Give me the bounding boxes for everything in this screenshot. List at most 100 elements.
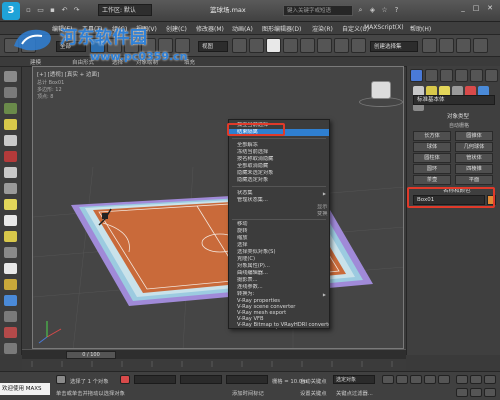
menu-unfreeze-all[interactable]: 全部解冻	[229, 142, 329, 149]
display-tab-icon[interactable]	[470, 69, 483, 82]
menu-unhide-all[interactable]: 全部取消隐藏	[229, 163, 329, 170]
keyboard-shortcut-icon[interactable]	[266, 38, 281, 53]
prev-frame-icon[interactable]	[396, 375, 408, 384]
percent-snap-icon[interactable]	[317, 38, 332, 53]
utilities-tab-icon[interactable]	[485, 69, 498, 82]
create-tab-icon[interactable]	[410, 69, 423, 82]
menu-freeze-selection[interactable]: 冻结当前选择	[229, 149, 329, 156]
open-file-icon[interactable]: ▭	[36, 5, 45, 15]
geosphere-button[interactable]: 几何球体	[455, 142, 493, 152]
time-slider-bar[interactable]: 0 / 100	[22, 349, 406, 359]
cylinder-icon[interactable]	[4, 183, 17, 194]
menu-convert-to[interactable]: 转换为:	[229, 291, 329, 298]
sphere-button[interactable]: 球体	[413, 142, 451, 152]
modify-tab-icon[interactable]	[425, 69, 438, 82]
selected-object-dropdown[interactable]: 选定对象	[333, 375, 375, 384]
cylinder-button[interactable]: 圆柱体	[413, 153, 451, 163]
helper-icon[interactable]	[4, 311, 17, 322]
systems-icon[interactable]	[4, 343, 17, 354]
reference-coord-dropdown[interactable]: 视图	[198, 41, 228, 52]
menu-manage-state-sets[interactable]: 管理状态集...	[229, 197, 329, 204]
x-coordinate-field[interactable]	[134, 375, 176, 384]
object-red-icon[interactable]	[4, 151, 17, 162]
cone-button[interactable]: 圆锥体	[455, 131, 493, 141]
menu-curve-editor[interactable]: 曲线编辑器...	[229, 270, 329, 277]
menu-modifiers[interactable]: 修改器(M)	[196, 24, 224, 33]
menu-select[interactable]: 选择	[229, 242, 329, 249]
minimize-icon[interactable]: _	[458, 3, 468, 13]
hierarchy-tab-icon[interactable]	[440, 69, 453, 82]
pyramid-button[interactable]: 四棱锥	[455, 164, 493, 174]
layer-icon[interactable]	[4, 87, 17, 98]
torus-button[interactable]: 圆环	[413, 164, 451, 174]
material-editor-icon[interactable]	[456, 38, 471, 53]
menu-help[interactable]: 帮助(H)	[410, 24, 431, 33]
named-selection-dropdown[interactable]: 创建选择集	[370, 41, 418, 52]
material-icon[interactable]	[4, 231, 17, 242]
tab-modeling[interactable]: 建模	[30, 58, 41, 66]
pivot-center-icon[interactable]	[232, 38, 247, 53]
render-icon[interactable]	[473, 38, 488, 53]
tube-button[interactable]: 管状体	[455, 153, 493, 163]
menu-hide-selection[interactable]: 隐藏选定对象	[229, 177, 329, 184]
play-icon[interactable]	[410, 375, 422, 384]
mirror-icon[interactable]	[422, 38, 437, 53]
search-input[interactable]: 键入关键字或短语	[283, 5, 353, 16]
sphere-icon[interactable]	[4, 167, 17, 178]
menu-graph-editors[interactable]: 图形编辑器(D)	[262, 24, 301, 33]
menu-wire-parameters[interactable]: 连线参数...	[229, 284, 329, 291]
snaps-toggle-icon[interactable]	[283, 38, 298, 53]
select-manipulate-icon[interactable]	[249, 38, 264, 53]
align-icon[interactable]	[439, 38, 454, 53]
box-icon[interactable]	[4, 263, 17, 274]
edit-named-selection-icon[interactable]	[351, 38, 366, 53]
object-type-title[interactable]: 对象类型	[447, 112, 469, 120]
spacewarp-icon[interactable]	[4, 327, 17, 338]
light-icon[interactable]	[4, 119, 17, 130]
add-time-tag[interactable]: 添加时间标记	[232, 389, 264, 397]
menu-move[interactable]: 移动	[229, 221, 329, 228]
redo-icon[interactable]: ↷	[72, 5, 81, 15]
scene-explorer-icon[interactable]	[4, 71, 17, 82]
orbit-icon[interactable]	[484, 375, 496, 384]
menu-clone[interactable]: 克隆(C)	[229, 256, 329, 263]
torus-icon[interactable]	[4, 279, 17, 290]
maximize-icon[interactable]: □	[471, 3, 481, 13]
undo-icon[interactable]: ↶	[60, 5, 69, 15]
lock-icon[interactable]	[120, 375, 130, 384]
track-bar[interactable]	[22, 359, 406, 371]
zoom-all-icon[interactable]	[456, 388, 468, 397]
maximize-viewport-icon[interactable]	[484, 388, 496, 397]
menu-state-sets[interactable]: 状态集	[229, 190, 329, 197]
container-icon[interactable]	[4, 103, 17, 114]
menu-rotate[interactable]: 旋转	[229, 228, 329, 235]
pan-icon[interactable]	[470, 375, 482, 384]
basketball-court-model[interactable]	[33, 67, 404, 349]
menu-scale[interactable]: 缩放	[229, 235, 329, 242]
motion-tab-icon[interactable]	[455, 69, 468, 82]
time-slider[interactable]: 0 / 100	[66, 351, 116, 359]
field-of-view-icon[interactable]	[470, 388, 482, 397]
zoom-icon[interactable]	[456, 375, 468, 384]
box-button[interactable]: 长方体	[413, 131, 451, 141]
menu-animation[interactable]: 动画(A)	[232, 24, 253, 33]
search-icon[interactable]: ⌕	[356, 5, 365, 15]
menu-vrscene-exporter[interactable]: .vrscene exporter	[229, 328, 329, 329]
perspective-viewport[interactable]: [+] [透视] [真实 + 边面] 总计 Box01 多边形: 12 顶点: …	[32, 66, 404, 349]
menu-object-properties[interactable]: 对象属性(P)...	[229, 263, 329, 270]
spinner-snap-icon[interactable]	[334, 38, 349, 53]
star-icon[interactable]: ☆	[380, 5, 389, 15]
go-start-icon[interactable]	[382, 375, 394, 384]
infocenter-icon[interactable]: ◈	[368, 5, 377, 15]
menu-unhide-by-name[interactable]: 按名称取消隐藏	[229, 156, 329, 163]
plane-button[interactable]: 平面	[455, 175, 493, 185]
new-file-icon[interactable]: ▫	[24, 5, 33, 15]
autogrid-checkbox[interactable]: 自动栅格	[449, 122, 469, 129]
next-frame-icon[interactable]	[424, 375, 436, 384]
menu-rendering[interactable]: 渲染(R)	[312, 24, 333, 33]
bulb-icon[interactable]	[4, 199, 17, 210]
help-icon[interactable]: ?	[392, 5, 401, 15]
key-filters-button[interactable]: 关键点过滤器...	[336, 389, 373, 397]
save-file-icon[interactable]: ▪	[48, 5, 57, 15]
y-coordinate-field[interactable]	[180, 375, 222, 384]
